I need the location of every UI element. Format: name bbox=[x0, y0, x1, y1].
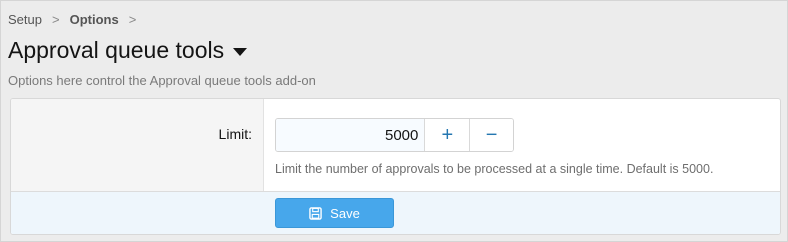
limit-input[interactable]: 5000 bbox=[276, 119, 426, 151]
minus-icon: − bbox=[485, 123, 498, 146]
breadcrumb-item-setup[interactable]: Setup bbox=[8, 12, 42, 27]
page-header: Approval queue tools bbox=[8, 37, 248, 64]
options-form: Limit: 5000 + − Limit the number of appr… bbox=[10, 98, 781, 235]
page-description: Options here control the Approval queue … bbox=[8, 73, 316, 88]
form-footer: Save bbox=[11, 192, 780, 234]
option-label: Limit: bbox=[218, 126, 252, 142]
option-hint: Limit the number of approvals to be proc… bbox=[275, 162, 714, 176]
breadcrumb-item-options[interactable]: Options bbox=[70, 12, 119, 27]
option-input-cell: 5000 + − Limit the number of approvals t… bbox=[264, 99, 780, 191]
breadcrumb: Setup > Options > bbox=[8, 12, 146, 27]
save-label: Save bbox=[330, 205, 360, 221]
plus-icon: + bbox=[441, 123, 454, 146]
floppy-disk-icon bbox=[309, 206, 322, 220]
option-row-limit: Limit: 5000 + − Limit the number of appr… bbox=[11, 99, 780, 192]
page-title: Approval queue tools bbox=[8, 37, 225, 63]
decrement-button[interactable]: − bbox=[469, 119, 513, 151]
save-button[interactable]: Save bbox=[275, 198, 394, 228]
breadcrumb-separator-icon: > bbox=[128, 12, 137, 27]
increment-button[interactable]: + bbox=[425, 119, 470, 151]
option-label-cell: Limit: bbox=[11, 99, 264, 191]
caret-down-icon[interactable] bbox=[233, 48, 248, 56]
breadcrumb-separator-icon: > bbox=[51, 12, 60, 27]
limit-stepper: 5000 + − bbox=[275, 118, 514, 152]
